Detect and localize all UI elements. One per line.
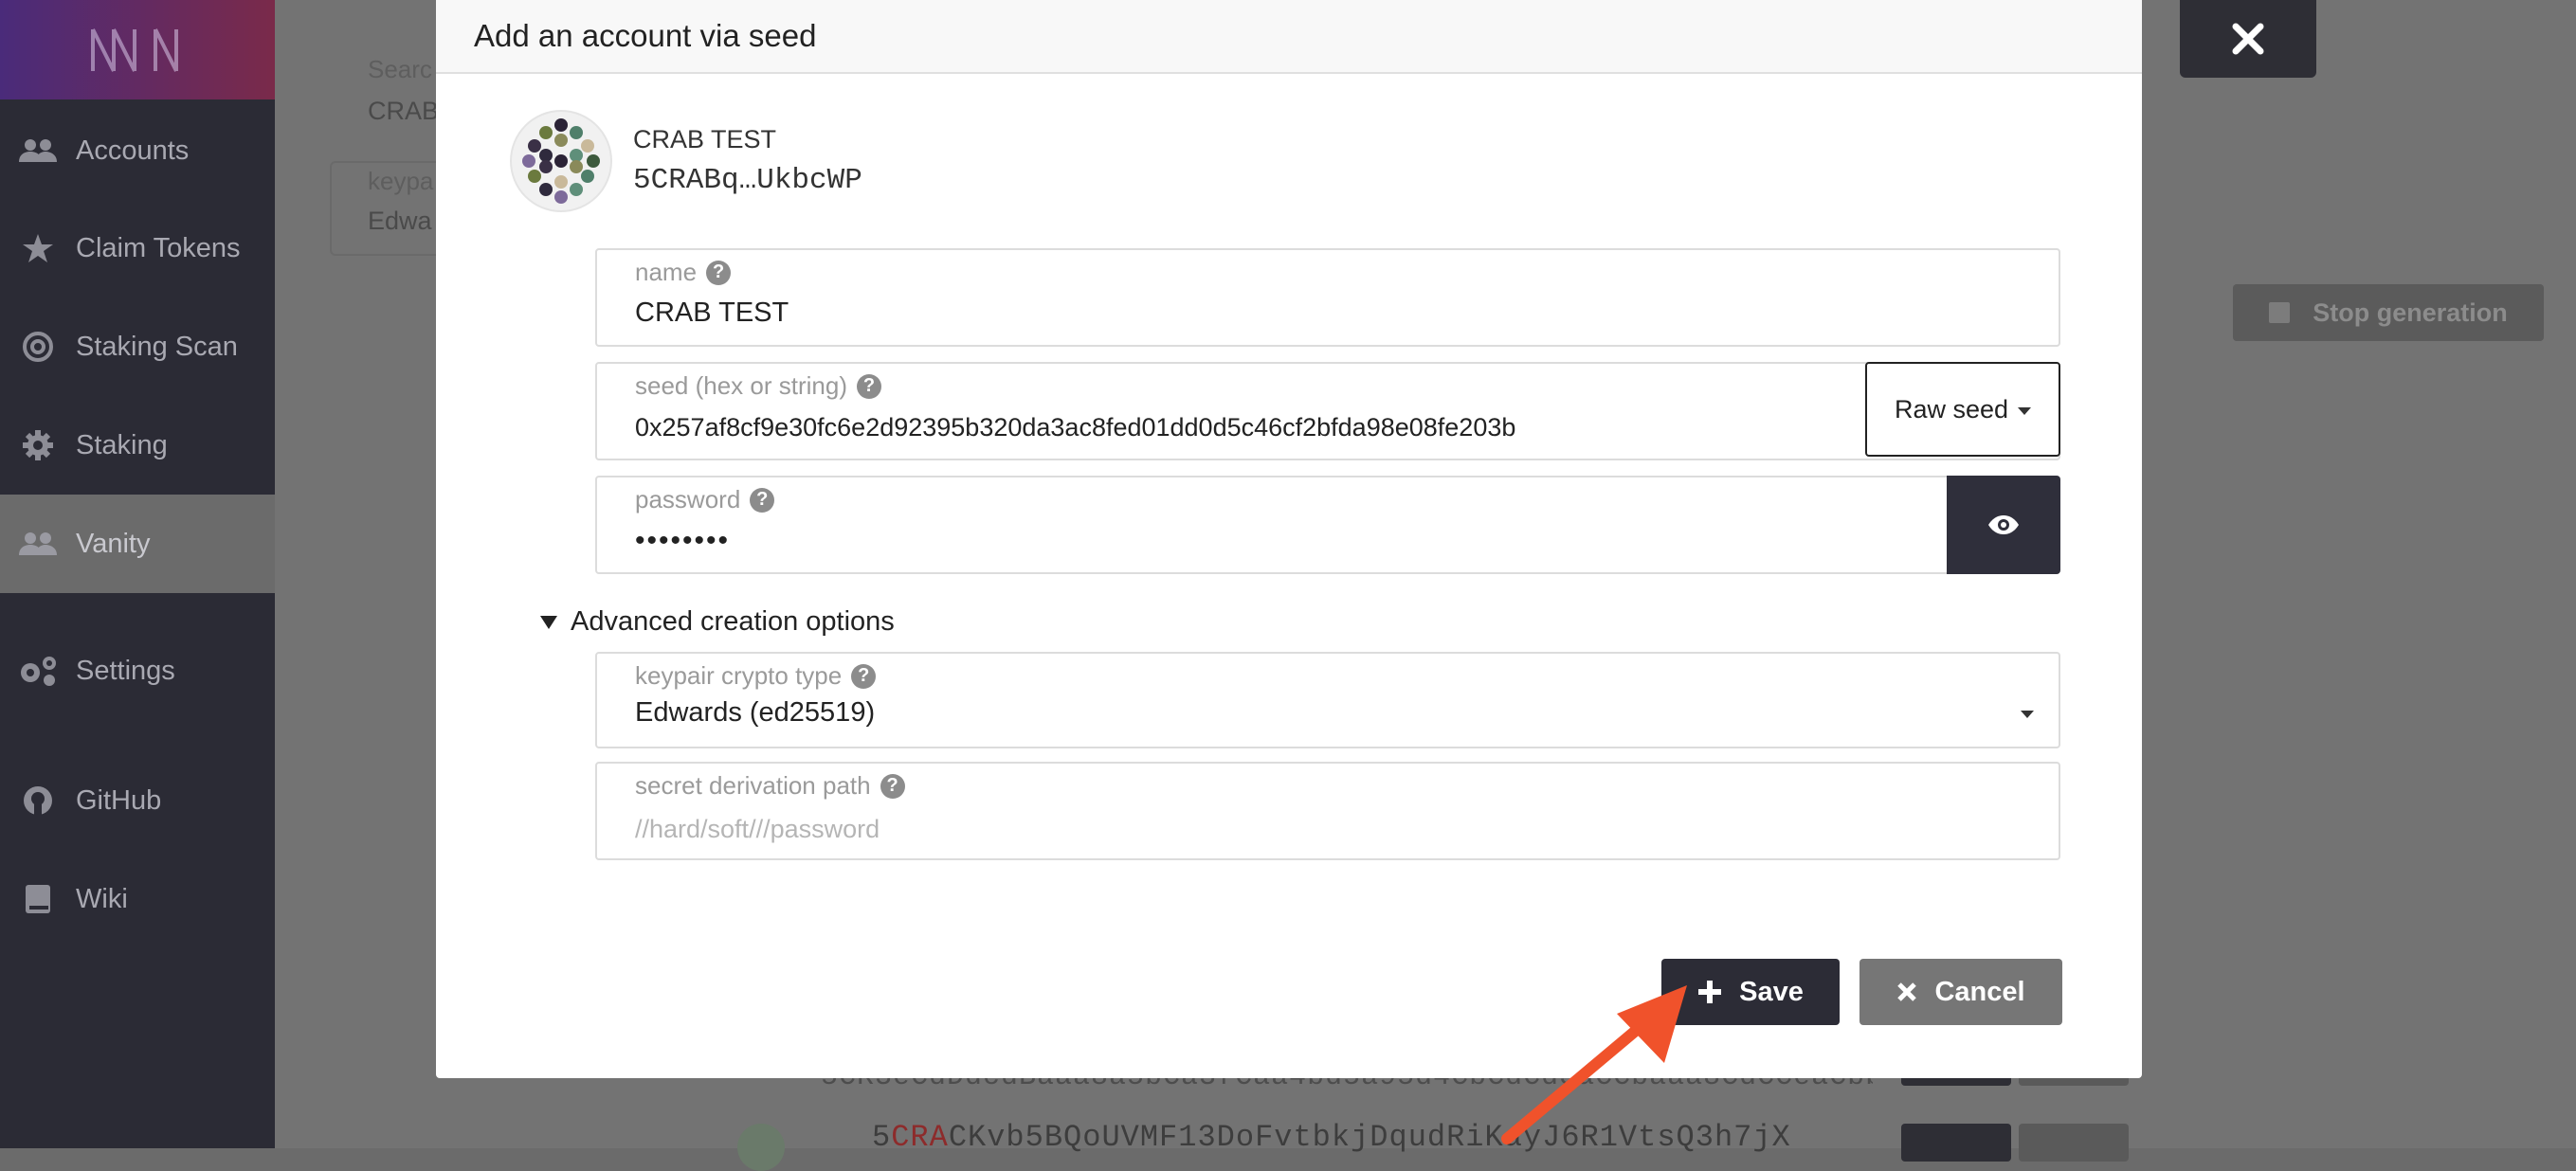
sidebar-item-accounts[interactable]: Accounts: [0, 101, 275, 200]
help-icon[interactable]: ?: [750, 487, 775, 513]
close-icon: [2232, 23, 2264, 55]
logo[interactable]: [0, 0, 275, 99]
advanced-options-label: Advanced creation options: [571, 606, 895, 637]
password-input[interactable]: ••••••••: [635, 525, 730, 557]
result-remove-button[interactable]: [2019, 1124, 2129, 1162]
password-field[interactable]: password? ••••••••: [595, 476, 2060, 574]
show-password-button[interactable]: [1947, 476, 2060, 574]
advanced-options-toggle[interactable]: Advanced creation options: [540, 606, 895, 638]
users-icon: [17, 135, 59, 167]
derivation-path-input[interactable]: //hard/soft///password: [635, 815, 880, 844]
seed-label: seed (hex or string): [635, 371, 847, 400]
account-name: CRAB TEST: [633, 125, 777, 153]
search-value: CRAB: [368, 97, 440, 125]
identicon-dot: [539, 126, 553, 139]
chevron-down-icon: [2021, 711, 2034, 718]
stop-icon: [2269, 302, 2291, 323]
result-identicon: [737, 1124, 785, 1171]
seed-input[interactable]: 0x257af8cf9e30fc6e2d92395b320da3ac8fed01…: [635, 413, 1515, 442]
chevron-down-icon: [2018, 407, 2032, 415]
sidebar-item-label: Claim Tokens: [76, 232, 241, 263]
target-icon: [17, 331, 59, 363]
identicon-dot: [587, 154, 600, 168]
triangle-down-icon: [540, 615, 557, 629]
sidebar: Accounts Claim Tokens Staking Scan Staki…: [0, 0, 275, 1148]
help-icon[interactable]: ?: [856, 373, 881, 399]
sidebar-item-github[interactable]: GitHub: [0, 751, 275, 850]
sidebar-item-label: Wiki: [76, 883, 128, 914]
keypair-value: Edwa: [368, 207, 432, 235]
sidebar-item-label: Staking Scan: [76, 331, 238, 362]
account-identicon[interactable]: [512, 112, 610, 210]
save-label: Save: [1739, 976, 1804, 1007]
sidebar-item-label: Settings: [76, 655, 175, 686]
derivation-path-label: secret derivation path: [635, 771, 871, 800]
app-logo-icon: [91, 27, 178, 72]
identicon-dot: [554, 175, 568, 189]
star-icon: [17, 232, 59, 264]
sidebar-item-settings[interactable]: Settings: [0, 622, 275, 720]
sidebar-item-label: Vanity: [76, 528, 151, 559]
derivation-path-field[interactable]: secret derivation path? //hard/soft///pa…: [595, 762, 2060, 860]
name-field[interactable]: name? CRAB TEST: [595, 248, 2060, 347]
account-address[interactable]: 5CRABq…UkbcWP: [633, 164, 862, 197]
sidebar-item-vanity[interactable]: Vanity: [0, 495, 275, 593]
identicon-dot: [528, 139, 541, 153]
identicon-dot: [554, 118, 568, 132]
book-icon: [17, 883, 59, 915]
identicon-dot: [539, 149, 553, 162]
sidebar-item-label: Staking: [76, 429, 168, 460]
crypto-type-label: keypair crypto type: [635, 661, 843, 690]
identicon-dot: [554, 190, 568, 204]
add-account-modal: Add an account via seed CRAB TEST 5CRABq…: [436, 0, 2142, 1078]
cogs-icon: [17, 655, 59, 687]
name-label: name: [635, 258, 698, 286]
github-icon: [17, 784, 59, 817]
identicon-dot: [522, 154, 535, 168]
close-icon: [1896, 982, 1917, 1002]
identicon-dot: [570, 183, 583, 196]
result-copy-button[interactable]: [1901, 1124, 2011, 1162]
crypto-type-select[interactable]: keypair crypto type? Edwards (ed25519): [595, 652, 2060, 748]
sidebar-item-label: Accounts: [76, 135, 190, 166]
eye-icon: [1988, 515, 2019, 534]
account-preview: CRAB TEST 5CRABq…UkbcWP: [512, 112, 862, 210]
sidebar-item-claim-tokens[interactable]: Claim Tokens: [0, 199, 275, 297]
keypair-label: keypa: [368, 167, 434, 195]
password-label: password: [635, 485, 741, 513]
sidebar-item-label: GitHub: [76, 784, 162, 816]
identicon-dot: [539, 160, 553, 173]
modal-header: Add an account via seed: [436, 0, 2142, 74]
annotation-arrow-icon: [1501, 985, 1687, 1144]
seed-type-value: Raw seed: [1894, 394, 2009, 423]
seed-type-dropdown[interactable]: Raw seed: [1865, 362, 2060, 457]
identicon-dot: [570, 149, 583, 162]
help-icon[interactable]: ?: [880, 773, 905, 799]
name-input[interactable]: CRAB TEST: [635, 297, 789, 329]
users-icon: [17, 528, 59, 560]
identicon-dot: [554, 134, 568, 147]
help-icon[interactable]: ?: [706, 260, 732, 285]
identicon-dot: [539, 183, 553, 196]
identicon-dot: [570, 160, 583, 173]
sidebar-item-staking-scan[interactable]: Staking Scan: [0, 297, 275, 396]
identicon-dot: [570, 126, 583, 139]
sidebar-item-wiki[interactable]: Wiki: [0, 850, 275, 948]
identicon-dot: [554, 154, 568, 168]
cancel-button[interactable]: Cancel: [1859, 959, 2062, 1025]
sidebar-item-staking[interactable]: Staking: [0, 396, 275, 495]
seed-field[interactable]: seed (hex or string)? 0x257af8cf9e30fc6e…: [595, 362, 2060, 460]
crypto-type-value: Edwards (ed25519): [635, 697, 876, 728]
stop-generation-button[interactable]: Stop generation: [2233, 284, 2544, 341]
identicon-dot: [581, 170, 594, 183]
close-modal-button[interactable]: [2180, 0, 2316, 78]
search-label: Searc: [368, 55, 432, 83]
cog-icon: [17, 429, 59, 461]
identicon-dot: [528, 170, 541, 183]
cancel-label: Cancel: [1934, 976, 2025, 1007]
stop-generation-label: Stop generation: [2313, 297, 2508, 327]
modal-title: Add an account via seed: [474, 18, 817, 53]
help-icon[interactable]: ?: [851, 663, 877, 689]
identicon-dot: [581, 139, 594, 153]
